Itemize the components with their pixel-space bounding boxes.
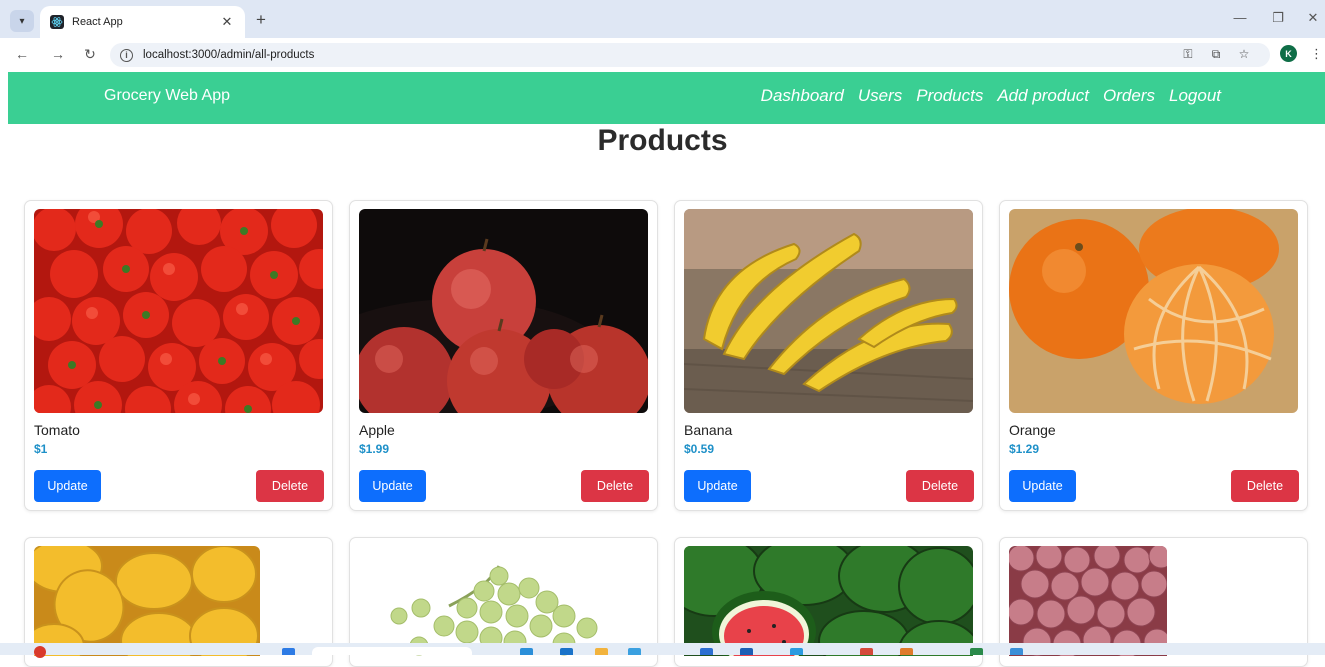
product-name: Banana (684, 422, 733, 438)
star-icon[interactable]: ☆ (1236, 47, 1252, 61)
minimize-icon[interactable]: — (1232, 10, 1248, 25)
app-icon[interactable] (520, 648, 533, 655)
os-taskbar (0, 643, 1325, 658)
nav-link-add-product[interactable]: Add product (997, 86, 1089, 106)
plus-icon[interactable]: + (252, 10, 270, 30)
app-icon[interactable] (900, 648, 913, 655)
grapes-image (359, 546, 648, 656)
product-price: $1.29 (1009, 442, 1040, 456)
app-icon[interactable] (628, 648, 641, 655)
bananas-image (684, 209, 973, 413)
product-card: Orange $1.29 Update Delete (999, 200, 1308, 511)
product-price: $0.59 (684, 442, 715, 456)
profile-avatar[interactable]: K (1280, 45, 1297, 62)
key-icon[interactable]: ⚿ (1180, 47, 1196, 62)
product-card: Banana $0.59 Update Delete (674, 200, 983, 511)
app-icon[interactable] (560, 648, 573, 655)
delete-button[interactable]: Delete (581, 470, 649, 502)
app-icon[interactable] (860, 648, 873, 655)
apples-image (359, 209, 648, 413)
reload-icon[interactable]: ↻ (82, 46, 98, 63)
nav-link-dashboard[interactable]: Dashboard (761, 86, 844, 106)
app-icon[interactable] (740, 648, 753, 655)
app-icon[interactable] (1010, 648, 1023, 655)
browser-toolbar: ← → ↻ i localhost:3000/admin/all-product… (0, 38, 1325, 72)
product-card: Apple $1.99 Update Delete (349, 200, 658, 511)
close-window-icon[interactable]: ✕ (1305, 10, 1321, 26)
app-icon[interactable] (790, 648, 803, 655)
browser-tabstrip: ▾ React App ✕ + — ❐ ✕ (0, 0, 1325, 38)
nav-link-orders[interactable]: Orders (1103, 86, 1155, 106)
update-button[interactable]: Update (34, 470, 101, 502)
app-navbar: Grocery Web App Dashboard Users Products… (8, 72, 1325, 124)
update-button[interactable]: Update (359, 470, 426, 502)
product-price: $1 (34, 442, 48, 456)
url-text[interactable]: localhost:3000/admin/all-products (143, 49, 314, 61)
weather-icon[interactable] (34, 646, 46, 658)
watermelons-image (684, 546, 973, 656)
kebab-icon[interactable]: ⋮ (1310, 46, 1323, 62)
product-name: Orange (1009, 422, 1056, 438)
product-name: Apple (359, 422, 395, 438)
nav-links: Dashboard Users Products Add product Ord… (761, 86, 1221, 106)
address-bar[interactable]: i localhost:3000/admin/all-products (110, 43, 1270, 67)
product-card: Tomato $1 Update Delete (24, 200, 333, 511)
arrow-right-icon[interactable]: → (50, 46, 66, 62)
cast-icon[interactable]: ⧉ (1208, 47, 1224, 62)
delete-button[interactable]: Delete (1231, 470, 1299, 502)
nav-link-users[interactable]: Users (858, 86, 902, 106)
app-icon[interactable] (700, 648, 713, 655)
close-icon[interactable]: ✕ (219, 14, 235, 30)
taskbar-search[interactable] (312, 647, 472, 655)
page-title: Products (597, 124, 728, 157)
info-icon[interactable]: i (120, 48, 133, 62)
delete-button[interactable]: Delete (256, 470, 324, 502)
mangoes-image (34, 546, 260, 656)
update-button[interactable]: Update (684, 470, 751, 502)
app-icon[interactable] (970, 648, 983, 655)
restore-icon[interactable]: ❐ (1270, 10, 1286, 26)
app-icon[interactable] (595, 648, 608, 655)
onions-image (1009, 546, 1167, 656)
brand-link[interactable]: Grocery Web App (104, 87, 230, 105)
react-logo-icon (50, 15, 64, 29)
start-icon[interactable] (282, 648, 295, 655)
tab-title: React App (72, 16, 123, 28)
nav-link-logout[interactable]: Logout (1169, 86, 1221, 106)
browser-tab[interactable]: React App ✕ (40, 6, 245, 38)
update-button[interactable]: Update (1009, 470, 1076, 502)
oranges-image (1009, 209, 1298, 413)
nav-link-products[interactable]: Products (916, 86, 983, 106)
product-name: Tomato (34, 422, 80, 438)
delete-button[interactable]: Delete (906, 470, 974, 502)
tomatoes-image (34, 209, 323, 413)
arrow-left-icon[interactable]: ← (14, 46, 30, 62)
product-price: $1.99 (359, 442, 390, 456)
chevron-down-icon[interactable]: ▾ (10, 10, 34, 32)
